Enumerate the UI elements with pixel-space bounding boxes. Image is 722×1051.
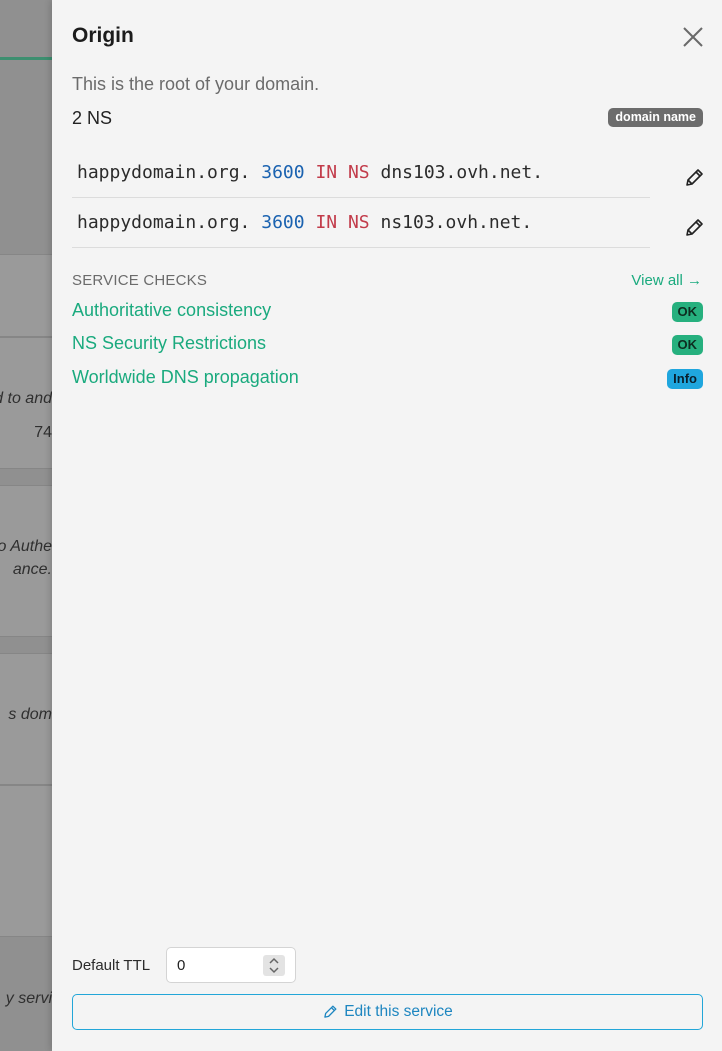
edit-service-label: Edit this service <box>344 1003 453 1020</box>
default-ttl-field <box>166 947 296 983</box>
pencil-icon <box>686 169 703 186</box>
record-row: happydomain.org. 3600 IN NS ns103.ovh.ne… <box>72 198 650 248</box>
check-authoritative-consistency[interactable]: Authoritative consistency <box>72 300 271 321</box>
record-ttl: 3600 <box>261 212 305 233</box>
record-name: happydomain.org. <box>77 212 251 233</box>
record-name: happydomain.org. <box>77 162 251 183</box>
edit-service-button[interactable]: Edit this service <box>72 994 703 1030</box>
pencil-icon <box>324 1005 337 1018</box>
status-badge: OK <box>671 335 703 355</box>
record-row: happydomain.org. 3600 IN NS dns103.ovh.n… <box>72 148 650 198</box>
record-value: dns103.ovh.net. <box>380 162 544 183</box>
view-all-link[interactable]: View all → <box>631 272 702 289</box>
background-card <box>0 785 52 937</box>
check-ns-security-restrictions[interactable]: NS Security Restrictions <box>72 333 266 354</box>
domain-name-badge: domain name <box>608 108 703 127</box>
ttl-stepper[interactable] <box>263 955 285 976</box>
check-worldwide-dns-propagation[interactable]: Worldwide DNS propagation <box>72 367 299 388</box>
edit-record-button[interactable] <box>683 217 705 239</box>
background-text: o Authe <box>0 538 52 555</box>
pencil-icon <box>686 219 703 236</box>
service-checks-header: SERVICE CHECKS <box>72 272 208 289</box>
panel-description: This is the root of your domain. <box>72 74 320 94</box>
close-icon <box>683 27 703 47</box>
service-panel: Origin This is the root of your domain. … <box>52 0 722 1051</box>
ns-count: 2 NS <box>72 108 113 128</box>
record-type: NS <box>347 162 370 183</box>
background-text: s dom <box>8 706 52 723</box>
background-text: 74 <box>34 424 52 441</box>
status-badge: OK <box>671 302 703 322</box>
record-value: ns103.ovh.net. <box>380 212 533 233</box>
record-class: IN <box>315 162 338 183</box>
background-nav-underline <box>0 57 52 60</box>
default-ttl-input[interactable] <box>167 948 259 982</box>
default-ttl-label: Default TTL <box>72 957 151 974</box>
background-card <box>0 254 52 337</box>
background-text: y servi <box>5 990 52 1007</box>
record-ttl: 3600 <box>261 162 305 183</box>
background-text: d to and <box>0 390 52 407</box>
record-type: NS <box>347 212 370 233</box>
edit-record-button[interactable] <box>683 167 705 189</box>
close-button[interactable] <box>682 26 704 48</box>
background-page: d to and 74 o Authe ance. s dom y servi <box>0 0 52 1051</box>
record-class: IN <box>315 212 338 233</box>
status-badge: Info <box>667 369 703 389</box>
chevron-up-down-icon <box>269 957 279 974</box>
records-list: happydomain.org. 3600 IN NS dns103.ovh.n… <box>72 148 650 248</box>
panel-title: Origin <box>72 24 134 47</box>
background-text: ance. <box>12 561 52 578</box>
